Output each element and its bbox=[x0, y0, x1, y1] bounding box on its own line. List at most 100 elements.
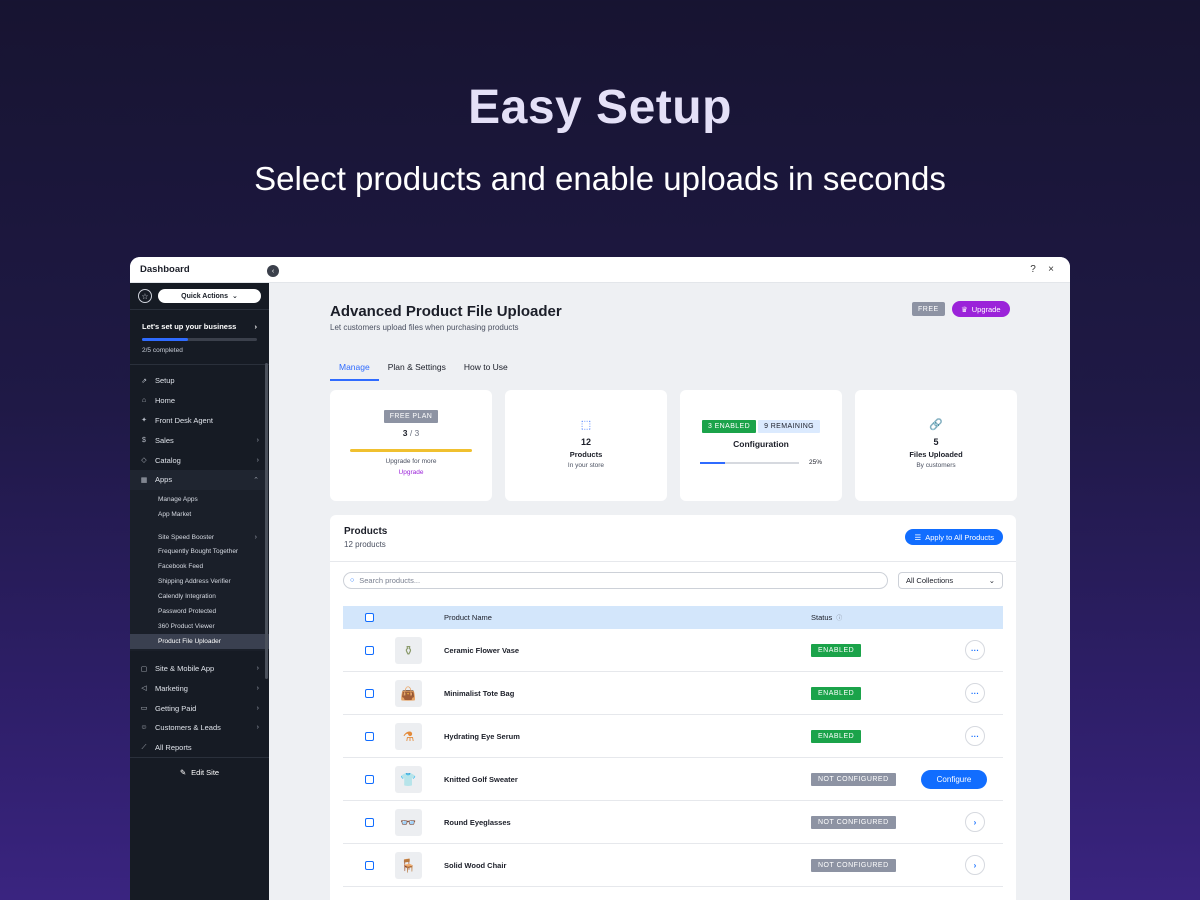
row-checkbox[interactable] bbox=[365, 689, 374, 698]
plan-badge: FREE bbox=[912, 302, 945, 316]
tab-bar: Manage Plan & Settings How to Use bbox=[330, 353, 517, 381]
sidebar-subitem-password-protected[interactable]: Password Protected bbox=[130, 604, 269, 619]
sidebar-subitem-app-market[interactable]: App Market bbox=[130, 507, 269, 522]
products-label: Products bbox=[569, 450, 603, 459]
sidebar-subitem-shipping-address-verifier[interactable]: Shipping Address Verifier bbox=[130, 574, 269, 589]
product-thumbnail: 👕 bbox=[395, 766, 422, 793]
sidebar-item-home[interactable]: ⌂ Home bbox=[130, 391, 269, 411]
products-sub: In your store bbox=[567, 462, 605, 469]
info-icon[interactable]: ⓘ bbox=[836, 613, 842, 622]
table-row[interactable]: 👕 Knitted Golf Sweater NOT CONFIGURED Confi… bbox=[343, 758, 1003, 801]
row-checkbox[interactable] bbox=[365, 861, 374, 870]
sidebar-subitem-calendly-integration[interactable]: Calendly Integration bbox=[130, 589, 269, 604]
sidebar-subitem-360-product-viewer[interactable]: 360 Product Viewer bbox=[130, 619, 269, 634]
plan-usage: 3 / 3 bbox=[402, 428, 420, 438]
star-icon[interactable]: ☆ bbox=[138, 289, 152, 303]
product-name: Minimalist Tote Bag bbox=[444, 689, 515, 698]
sidebar-subitem-site-speed-booster[interactable]: Site Speed Booster › bbox=[130, 530, 269, 545]
select-all-checkbox[interactable] bbox=[365, 613, 374, 622]
row-checkbox[interactable] bbox=[365, 818, 374, 827]
help-icon[interactable]: ? bbox=[1024, 264, 1042, 275]
quick-actions-button[interactable]: Quick Actions ⌄ bbox=[158, 289, 261, 303]
tab-manage[interactable]: Manage bbox=[330, 353, 379, 381]
product-name: Solid Wood Chair bbox=[444, 861, 507, 870]
row-checkbox[interactable] bbox=[365, 646, 374, 655]
chevron-right-icon: › bbox=[256, 436, 259, 444]
products-panel: Products 12 products ☰ Apply to All Prod… bbox=[330, 515, 1016, 900]
edit-site-label: Edit Site bbox=[191, 768, 220, 777]
sidebar-item-all-reports[interactable]: ⟋ All Reports bbox=[130, 738, 269, 758]
products-count: 12 bbox=[580, 437, 591, 447]
configuration-progress-fill bbox=[700, 461, 725, 464]
table-header: Product Name Status ⓘ bbox=[343, 606, 1003, 629]
chevron-right-icon: › bbox=[256, 684, 259, 692]
more-actions-button[interactable]: ··· bbox=[965, 726, 985, 746]
tab-plan-settings[interactable]: Plan & Settings bbox=[379, 353, 455, 381]
sidebar-item-marketing[interactable]: ◁ Marketing › bbox=[130, 678, 269, 698]
configuration-card: 3 ENABLED 9 REMAINING Configuration 25% bbox=[680, 390, 842, 501]
sidebar-item-customers-leads[interactable]: ☺ Customers & Leads › bbox=[130, 718, 269, 738]
row-checkbox[interactable] bbox=[365, 732, 374, 741]
sidebar-item-catalog[interactable]: ◇ Catalog › bbox=[130, 450, 269, 470]
sidebar-scrollbar[interactable] bbox=[265, 363, 268, 679]
collection-select[interactable]: All Collections ⌄ bbox=[898, 572, 1003, 589]
setup-title: Let's set up your business bbox=[142, 322, 237, 331]
search-input[interactable]: ○ Search products... bbox=[343, 572, 888, 589]
rocket-icon: ⇗ bbox=[141, 377, 147, 385]
table-row[interactable]: 👜 Minimalist Tote Bag ENABLED ··· bbox=[343, 672, 1003, 715]
apps-icon: ▦ bbox=[140, 476, 148, 484]
plan-card: FREE PLAN 3 / 3 Upgrade for more Upgrade bbox=[330, 390, 492, 501]
sidebar-item-setup[interactable]: ⇗ Setup bbox=[130, 371, 269, 391]
upgrade-label: Upgrade bbox=[971, 304, 1001, 314]
edit-site-button[interactable]: ✎ Edit Site bbox=[130, 757, 269, 787]
product-thumbnail: ⚱ bbox=[395, 637, 422, 664]
sidebar-subitem-frequently-bought-together[interactable]: Frequently Bought Together bbox=[130, 544, 269, 559]
sidebar-item-site-mobile-app[interactable]: ▢ Site & Mobile App › bbox=[130, 659, 269, 679]
sidebar-subitem-manage-apps[interactable]: Manage Apps bbox=[130, 492, 269, 507]
list-icon: ☰ bbox=[914, 532, 922, 542]
dollar-icon: $ bbox=[142, 436, 146, 444]
sidebar-item-sales[interactable]: $ Sales › bbox=[130, 430, 269, 450]
apps-submenu: Manage Apps App Market Site Speed Booste… bbox=[130, 489, 269, 651]
table-row[interactable]: ⚗ Hydrating Eye Serum ENABLED ··· bbox=[343, 715, 1003, 758]
mobile-icon: ▢ bbox=[140, 665, 148, 673]
upgrade-button[interactable]: ♛ Upgrade bbox=[952, 301, 1010, 317]
table-row[interactable]: 👓 Round Eyeglasses NOT CONFIGURED › bbox=[343, 801, 1003, 844]
more-actions-button[interactable]: ··· bbox=[965, 640, 985, 660]
main-content: Advanced Product File Uploader Let custo… bbox=[269, 283, 1070, 900]
chevron-right-button[interactable]: › bbox=[965, 855, 985, 875]
sidebar-item-apps[interactable]: ▦ Apps ⌃ bbox=[130, 469, 269, 490]
status-badge: NOT CONFIGURED bbox=[811, 773, 896, 786]
table-row[interactable]: ⚱ Ceramic Flower Vase ENABLED ··· bbox=[343, 629, 1003, 672]
more-actions-button[interactable]: ··· bbox=[965, 683, 985, 703]
configuration-label: Configuration bbox=[733, 439, 789, 449]
table-row[interactable]: 🪑 Solid Wood Chair NOT CONFIGURED › bbox=[343, 844, 1003, 887]
plan-usage-bar bbox=[350, 449, 472, 452]
product-name: Hydrating Eye Serum bbox=[444, 732, 520, 741]
row-checkbox[interactable] bbox=[365, 775, 374, 784]
product-thumbnail: 🪑 bbox=[395, 852, 422, 879]
collapse-sidebar-icon[interactable]: ‹ bbox=[267, 265, 279, 277]
tab-how-to-use[interactable]: How to Use bbox=[455, 353, 517, 381]
setup-progress-card[interactable]: Let's set up your business › 2/5 complet… bbox=[130, 309, 269, 365]
sidebar-subitem-product-file-uploader[interactable]: Product File Uploader bbox=[130, 633, 269, 649]
sidebar-item-getting-paid[interactable]: ▭ Getting Paid › bbox=[130, 698, 269, 718]
chevron-right-icon: › bbox=[256, 704, 259, 712]
products-title: Products bbox=[344, 526, 388, 537]
product-thumbnail: 👜 bbox=[395, 680, 422, 707]
tag-icon: ◇ bbox=[141, 457, 147, 465]
sidebar-subitem-facebook-feed[interactable]: Facebook Feed bbox=[130, 559, 269, 574]
sparkle-icon: ✦ bbox=[141, 417, 147, 425]
apply-all-button[interactable]: ☰ Apply to All Products bbox=[905, 529, 1003, 545]
page-title: Advanced Product File Uploader bbox=[330, 303, 562, 320]
configure-button[interactable]: Configure bbox=[921, 770, 987, 789]
home-icon: ⌂ bbox=[141, 397, 147, 405]
sidebar-item-front-desk-agent[interactable]: ✦ Front Desk Agent bbox=[130, 411, 269, 431]
files-sub: By customers bbox=[916, 462, 956, 469]
chevron-right-button[interactable]: › bbox=[965, 812, 985, 832]
megaphone-icon: ◁ bbox=[141, 685, 147, 693]
close-icon[interactable]: × bbox=[1042, 264, 1060, 275]
setup-count: 2/5 completed bbox=[142, 347, 183, 354]
column-product-name: Product Name bbox=[444, 613, 492, 622]
plan-upgrade-link[interactable]: Upgrade bbox=[399, 469, 424, 476]
